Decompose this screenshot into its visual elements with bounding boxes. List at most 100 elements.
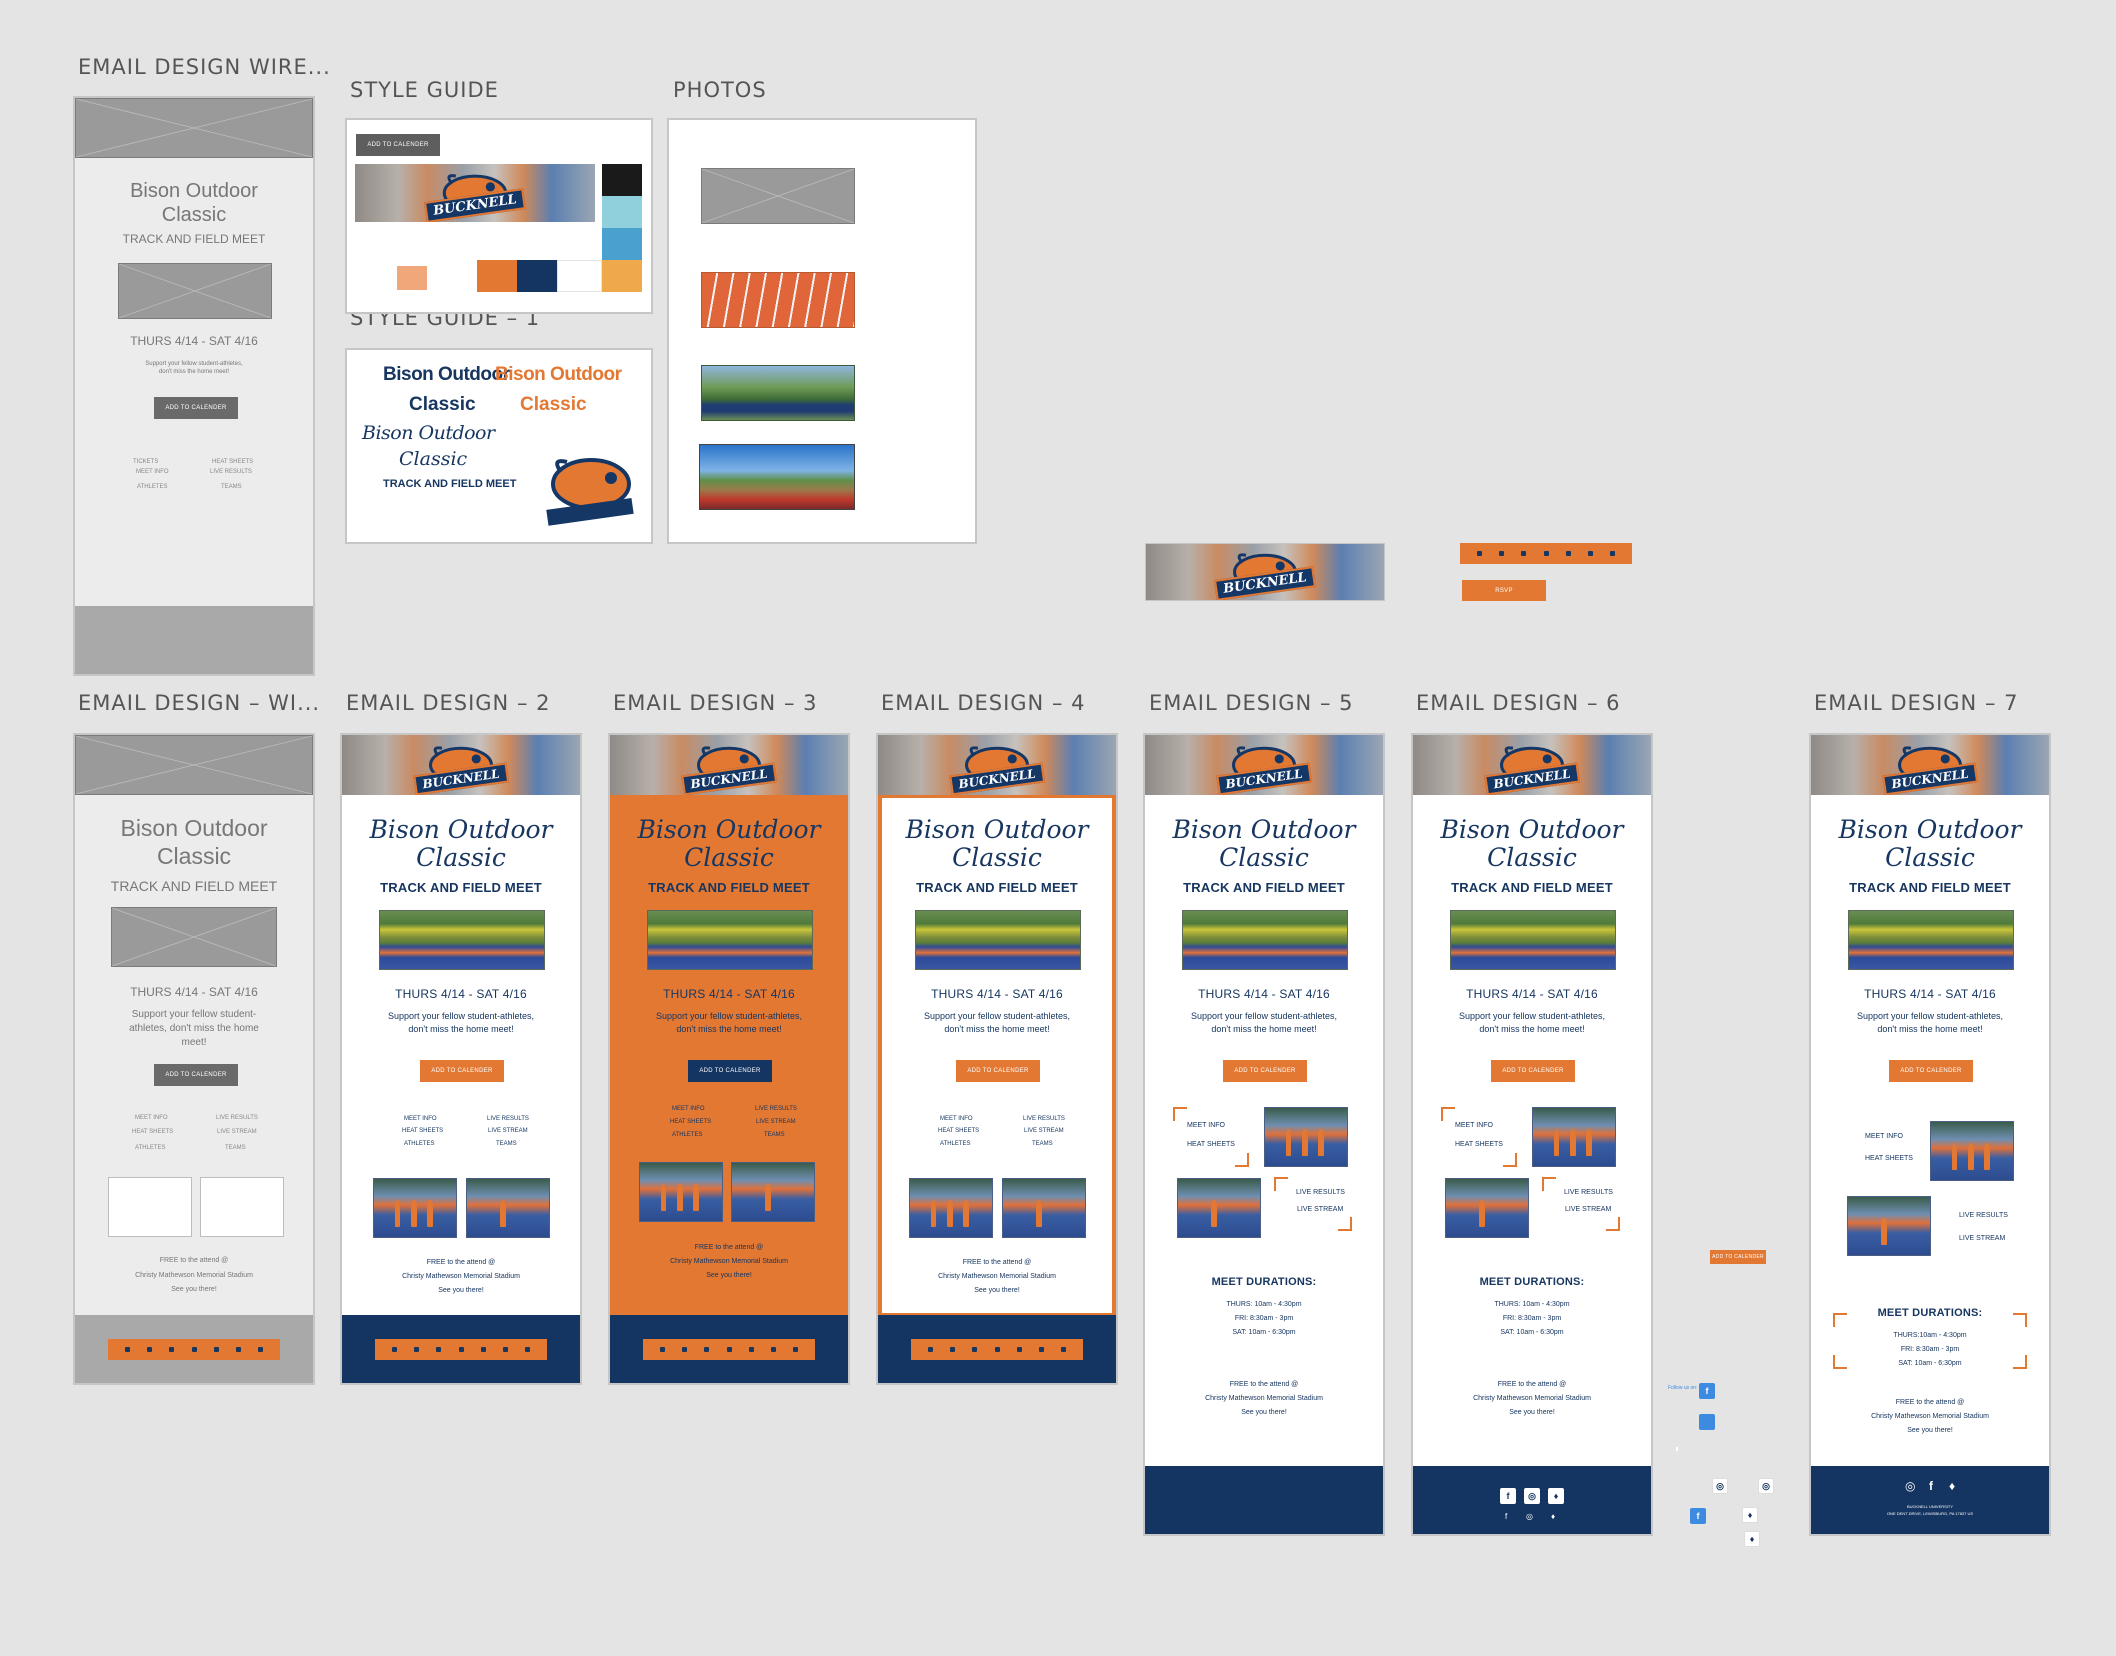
artboard-style-guide[interactable]: ADD TO CALENDER BUCKNELL	[345, 118, 653, 314]
link-athletes[interactable]: ATHLETES	[672, 1132, 703, 1138]
facebook-icon[interactable]	[392, 1347, 398, 1352]
twitter-icon[interactable]	[1499, 551, 1505, 556]
link-live-stream[interactable]: LIVE STREAM	[756, 1119, 796, 1125]
link-meet-info[interactable]: MEET INFO	[1187, 1122, 1225, 1129]
link-athletes[interactable]: ATHLETES	[404, 1141, 435, 1147]
youtube-icon[interactable]	[994, 1347, 1000, 1352]
facebook-icon[interactable]	[1477, 551, 1483, 556]
social-bar[interactable]	[911, 1339, 1083, 1360]
link-athletes[interactable]: ATHLETES	[135, 1145, 166, 1151]
facebook-icon[interactable]: f	[1690, 1508, 1706, 1524]
link-meet-info[interactable]: MEET INFO	[1865, 1133, 1903, 1140]
link-live-stream[interactable]: LIVE STREAM	[1565, 1206, 1611, 1213]
twitter-icon[interactable]: ♦	[1744, 1531, 1760, 1547]
store-icon[interactable]	[1609, 551, 1615, 556]
link-heat-sheets[interactable]: HEAT SHEETS	[1865, 1155, 1913, 1162]
youtube-icon[interactable]	[191, 1347, 197, 1352]
instagram-icon[interactable]	[972, 1347, 978, 1352]
artboard-design-4[interactable]: BUCKNELL Bison Outdoor Classic TRACK AND…	[876, 733, 1118, 1385]
artboard-label-photos[interactable]: PHOTOS	[673, 78, 767, 102]
link-heat-sheets[interactable]: HEAT SHEETS	[132, 1129, 173, 1135]
link-tickets[interactable]: TICKETS	[133, 459, 158, 465]
instagram-icon[interactable]: ◎	[1526, 1512, 1533, 1521]
link-teams[interactable]: TEAMS	[496, 1141, 517, 1147]
facebook-icon[interactable]: f	[1505, 1512, 1507, 1521]
link-live-stream[interactable]: LIVE STREAM	[488, 1128, 528, 1134]
link-live-results[interactable]: LIVE RESULTS	[1296, 1189, 1345, 1196]
social-bar[interactable]	[108, 1339, 280, 1360]
loose-hero-banner[interactable]: BUCKNELL	[1145, 543, 1385, 601]
link-live-results[interactable]: LIVE RESULTS	[1959, 1212, 2008, 1219]
link-meet-info[interactable]: MEET INFO	[672, 1106, 705, 1112]
artboard-design-7[interactable]: BUCKNELL Bison Outdoor Classic TRACK AND…	[1809, 733, 2051, 1536]
artboard-style-guide-1[interactable]: Bison Outdoor Classic Bison Outdoor Clas…	[345, 348, 653, 544]
instagram-icon[interactable]	[704, 1347, 710, 1352]
link-meet-info[interactable]: MEET INFO	[135, 1115, 168, 1121]
facebook-icon[interactable]: f	[1699, 1383, 1715, 1399]
social-bar[interactable]	[643, 1339, 815, 1360]
twitter-icon[interactable]: ♦	[1551, 1512, 1555, 1521]
add-to-calendar-button[interactable]: ADD TO CALENDER	[688, 1060, 772, 1082]
link-teams[interactable]: TEAMS	[221, 484, 242, 490]
artboard-label-design-3[interactable]: EMAIL DESIGN – 3	[613, 691, 817, 715]
twitter-icon[interactable]	[414, 1347, 420, 1352]
social-bar[interactable]	[375, 1339, 547, 1360]
instagram-icon[interactable]: ◎	[1712, 1478, 1728, 1494]
link-live-stream[interactable]: LIVE STREAM	[1959, 1235, 2005, 1242]
instagram-icon[interactable]	[436, 1347, 442, 1352]
instagram-icon[interactable]	[1521, 551, 1527, 556]
link-heat-sheets[interactable]: HEAT SHEETS	[1187, 1141, 1235, 1148]
facebook-icon[interactable]: f	[1929, 1479, 1933, 1493]
link-live-results[interactable]: LIVE RESULTS	[1023, 1116, 1065, 1122]
artboard-design-6[interactable]: BUCKNELL Bison Outdoor Classic TRACK AND…	[1411, 733, 1653, 1536]
store-icon[interactable]	[257, 1347, 263, 1352]
flickr-icon[interactable]	[1016, 1347, 1022, 1352]
facebook-icon[interactable]	[928, 1347, 934, 1352]
add-to-calendar-button[interactable]: ADD TO CALENDER	[1889, 1060, 1973, 1082]
link-live-stream[interactable]: LIVE STREAM	[217, 1129, 257, 1135]
twitter-icon[interactable]	[682, 1347, 688, 1352]
link-live-results[interactable]: LIVE RESULTS	[755, 1106, 797, 1112]
link-live-results[interactable]: LIVE RESULTS	[487, 1116, 529, 1122]
link-athletes[interactable]: ATHLETES	[137, 484, 168, 490]
artboard-design-5[interactable]: BUCKNELL Bison Outdoor Classic TRACK AND…	[1143, 733, 1385, 1536]
add-to-calendar-button[interactable]: ADD TO CALENDER	[1491, 1060, 1575, 1082]
link-live-stream[interactable]: LIVE STREAM	[1024, 1128, 1064, 1134]
artboard-label-design-5[interactable]: EMAIL DESIGN – 5	[1149, 691, 1353, 715]
store-icon[interactable]	[1060, 1347, 1066, 1352]
add-to-calendar-button[interactable]: ADD TO CALENDER	[1223, 1060, 1307, 1082]
youtube-icon[interactable]	[458, 1347, 464, 1352]
link-live-results[interactable]: LIVE RESULTS	[210, 469, 252, 475]
link-athletes[interactable]: ATHLETES	[940, 1141, 971, 1147]
store-icon[interactable]	[524, 1347, 530, 1352]
artboard-wireframe-2[interactable]: Bison Outdoor Classic TRACK AND FIELD ME…	[73, 733, 315, 1385]
twitter-icon[interactable]	[950, 1347, 956, 1352]
flickr-icon[interactable]	[213, 1347, 219, 1352]
twitter-icon[interactable]: ♦	[1742, 1507, 1758, 1523]
snapchat-icon[interactable]	[235, 1347, 241, 1352]
artboard-label-wire1[interactable]: EMAIL DESIGN WIRE...	[78, 55, 331, 79]
artboard-design-2[interactable]: BUCKNELL Bison Outdoor Classic TRACK AND…	[340, 733, 582, 1385]
artboard-label-wire2[interactable]: EMAIL DESIGN – WI...	[78, 691, 320, 715]
link-live-results[interactable]: LIVE RESULTS	[216, 1115, 258, 1121]
flickr-icon[interactable]	[1565, 551, 1571, 556]
snapchat-icon[interactable]	[1587, 551, 1593, 556]
link-live-stream[interactable]: LIVE STREAM	[1297, 1206, 1343, 1213]
add-to-calendar-button[interactable]: ADD TO CALENDER	[420, 1060, 504, 1082]
link-meet-info[interactable]: MEET INFO	[136, 469, 169, 475]
add-to-calendar-button[interactable]: ADD TO CALENDER	[154, 1064, 238, 1086]
twitter-icon[interactable]: ♦	[1548, 1488, 1564, 1504]
facebook-icon[interactable]	[660, 1347, 666, 1352]
artboard-label-design-6[interactable]: EMAIL DESIGN – 6	[1416, 691, 1620, 715]
twitter-icon[interactable]	[147, 1347, 153, 1352]
link-heat-sheets[interactable]: HEAT SHEETS	[938, 1128, 979, 1134]
link-heat-sheets[interactable]: HEAT SHEETS	[212, 459, 253, 465]
loose-add-to-calendar-button[interactable]: ADD TO CALENDER	[1710, 1250, 1766, 1264]
link-meet-info[interactable]: MEET INFO	[940, 1116, 973, 1122]
artboard-label-style-guide[interactable]: STYLE GUIDE	[350, 78, 499, 102]
add-to-calendar-button[interactable]: ADD TO CALENDER	[154, 397, 238, 419]
blank-social-icon[interactable]	[1699, 1414, 1715, 1430]
link-teams[interactable]: TEAMS	[1032, 1141, 1053, 1147]
artboard-design-3[interactable]: BUCKNELL Bison Outdoor Classic TRACK AND…	[608, 733, 850, 1385]
flickr-icon[interactable]	[480, 1347, 486, 1352]
